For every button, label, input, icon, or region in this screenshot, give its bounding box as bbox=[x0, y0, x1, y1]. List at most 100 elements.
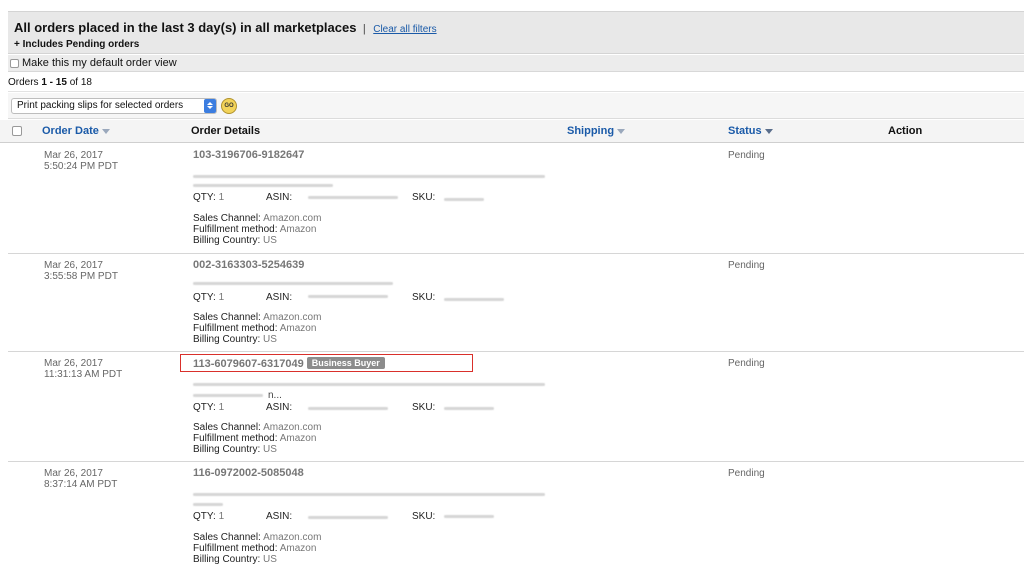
orders-table-header: Order Date Order Details Shipping Status… bbox=[0, 120, 1024, 143]
order-date: Mar 26, 2017 bbox=[44, 260, 103, 271]
order-id-link[interactable]: 002-3163303-5254639 bbox=[193, 259, 304, 271]
sort-down-icon bbox=[617, 128, 626, 134]
bulk-action-bar: Print packing slips for selected orders … bbox=[8, 93, 1024, 119]
status-column-label: Status bbox=[728, 125, 762, 137]
order-id-link[interactable]: 103-3196706-9182647 bbox=[193, 149, 304, 161]
order-time: 11:31:13 AM PDT bbox=[44, 369, 123, 380]
filter-summary-header: All orders placed in the last 3 day(s) i… bbox=[8, 11, 1024, 54]
count-range: 1 - 15 bbox=[41, 77, 67, 88]
count-prefix: Orders bbox=[8, 77, 42, 88]
bulk-action-selected-value: Print packing slips for selected orders bbox=[17, 100, 184, 111]
bulk-action-select[interactable]: Print packing slips for selected orders bbox=[11, 97, 217, 114]
item-fields: QTY: 1 ASIN: SKU: bbox=[193, 402, 435, 413]
shipping-column-label: Shipping bbox=[567, 125, 615, 137]
go-button[interactable]: GO bbox=[221, 97, 237, 114]
qty-label: QTY: bbox=[193, 511, 216, 522]
billing-country-label: Billing Country: bbox=[193, 235, 261, 246]
fulfillment-label: Fulfillment method: bbox=[193, 433, 278, 444]
page-title: All orders placed in the last 3 day(s) i… bbox=[14, 20, 357, 35]
asin-label: ASIN: bbox=[266, 511, 293, 522]
qty-label: QTY: bbox=[193, 192, 216, 203]
order-date: Mar 26, 2017 bbox=[44, 150, 103, 161]
sort-down-icon bbox=[101, 128, 110, 134]
order-info: Sales Channel: Amazon.com Fulfillment me… bbox=[193, 422, 321, 455]
fulfillment-label: Fulfillment method: bbox=[193, 543, 278, 554]
fulfillment-value: Amazon bbox=[279, 224, 317, 235]
fulfillment-label: Fulfillment method: bbox=[193, 323, 278, 334]
table-row[interactable]: Mar 26, 2017 3:55:58 PM PDT 002-3163303-… bbox=[8, 254, 1024, 352]
sales-channel-value: Amazon.com bbox=[263, 532, 322, 543]
highlight-annotation bbox=[180, 354, 473, 372]
order-details-column: Order Details bbox=[191, 125, 261, 137]
billing-country-value: US bbox=[263, 444, 277, 455]
billing-country-label: Billing Country: bbox=[193, 334, 261, 345]
redacted-product-title bbox=[193, 383, 545, 386]
title-separator: | bbox=[362, 23, 366, 35]
sales-channel-value: Amazon.com bbox=[263, 312, 322, 323]
order-id-link[interactable]: 116-0972002-5085048 bbox=[193, 467, 304, 479]
order-date-column-label: Order Date bbox=[42, 125, 99, 137]
order-status: Pending bbox=[728, 468, 765, 479]
fulfillment-label: Fulfillment method: bbox=[193, 224, 278, 235]
redacted-product-title bbox=[193, 503, 223, 506]
order-status: Pending bbox=[728, 260, 765, 271]
qty-value: 1 bbox=[218, 511, 225, 522]
sort-active-icon bbox=[764, 128, 773, 134]
sales-channel-label: Sales Channel: bbox=[193, 312, 261, 323]
item-fields: QTY: 1 ASIN: SKU: bbox=[193, 511, 435, 522]
sku-label: SKU: bbox=[412, 511, 436, 522]
redacted-sku bbox=[444, 198, 484, 201]
item-fields: QTY: 1 ASIN: SKU: bbox=[193, 292, 435, 303]
billing-country-value: US bbox=[263, 334, 277, 345]
sales-channel-label: Sales Channel: bbox=[193, 422, 261, 433]
sku-label: SKU: bbox=[412, 402, 436, 413]
asin-label: ASIN: bbox=[266, 192, 293, 203]
count-of: of bbox=[66, 77, 81, 88]
default-view-checkbox[interactable] bbox=[10, 58, 19, 68]
qty-label: QTY: bbox=[193, 292, 216, 303]
fulfillment-value: Amazon bbox=[279, 543, 317, 554]
shipping-column[interactable]: Shipping bbox=[567, 125, 626, 137]
redacted-asin bbox=[308, 516, 388, 519]
redacted-product-title bbox=[193, 394, 263, 397]
redacted-sku bbox=[444, 407, 494, 410]
qty-value: 1 bbox=[218, 192, 225, 203]
qty-value: 1 bbox=[218, 292, 225, 303]
qty-label: QTY: bbox=[193, 402, 216, 413]
order-info: Sales Channel: Amazon.com Fulfillment me… bbox=[193, 532, 321, 565]
clear-all-filters-link[interactable]: Clear all filters bbox=[373, 24, 436, 35]
fulfillment-value: Amazon bbox=[279, 323, 317, 334]
table-row[interactable]: Mar 26, 2017 8:37:14 AM PDT 116-0972002-… bbox=[8, 462, 1024, 572]
redacted-sku bbox=[444, 515, 494, 518]
order-date: Mar 26, 2017 bbox=[44, 468, 103, 479]
billing-country-value: US bbox=[263, 235, 277, 246]
order-status: Pending bbox=[728, 358, 765, 369]
billing-country-label: Billing Country: bbox=[193, 444, 261, 455]
select-all-checkbox[interactable] bbox=[12, 126, 22, 136]
order-time: 8:37:14 AM PDT bbox=[44, 479, 118, 490]
product-title-fragment: n... bbox=[268, 390, 282, 401]
order-info: Sales Channel: Amazon.com Fulfillment me… bbox=[193, 213, 321, 246]
fulfillment-value: Amazon bbox=[279, 433, 317, 444]
redacted-product-title bbox=[193, 282, 393, 285]
order-info: Sales Channel: Amazon.com Fulfillment me… bbox=[193, 312, 321, 345]
order-status: Pending bbox=[728, 150, 765, 161]
billing-country-value: US bbox=[263, 554, 277, 565]
order-date-column[interactable]: Order Date bbox=[42, 125, 110, 137]
table-row[interactable]: Mar 26, 2017 5:50:24 PM PDT 103-3196706-… bbox=[8, 144, 1024, 254]
status-column[interactable]: Status bbox=[728, 125, 773, 137]
redacted-sku bbox=[444, 298, 504, 301]
sales-channel-label: Sales Channel: bbox=[193, 213, 261, 224]
sales-channel-value: Amazon.com bbox=[263, 422, 322, 433]
pending-orders-note: + Includes Pending orders bbox=[14, 39, 140, 50]
sku-label: SKU: bbox=[412, 192, 436, 203]
table-row[interactable]: Mar 26, 2017 11:31:13 AM PDT 113-6079607… bbox=[8, 352, 1024, 462]
default-view-label: Make this my default order view bbox=[22, 57, 177, 69]
order-time: 5:50:24 PM PDT bbox=[44, 161, 118, 172]
order-count: Orders 1 - 15 of 18 bbox=[8, 74, 1024, 92]
billing-country-label: Billing Country: bbox=[193, 554, 261, 565]
select-arrows-icon bbox=[204, 98, 216, 113]
redacted-asin bbox=[308, 196, 398, 199]
redacted-asin bbox=[308, 295, 388, 298]
order-time: 3:55:58 PM PDT bbox=[44, 271, 118, 282]
